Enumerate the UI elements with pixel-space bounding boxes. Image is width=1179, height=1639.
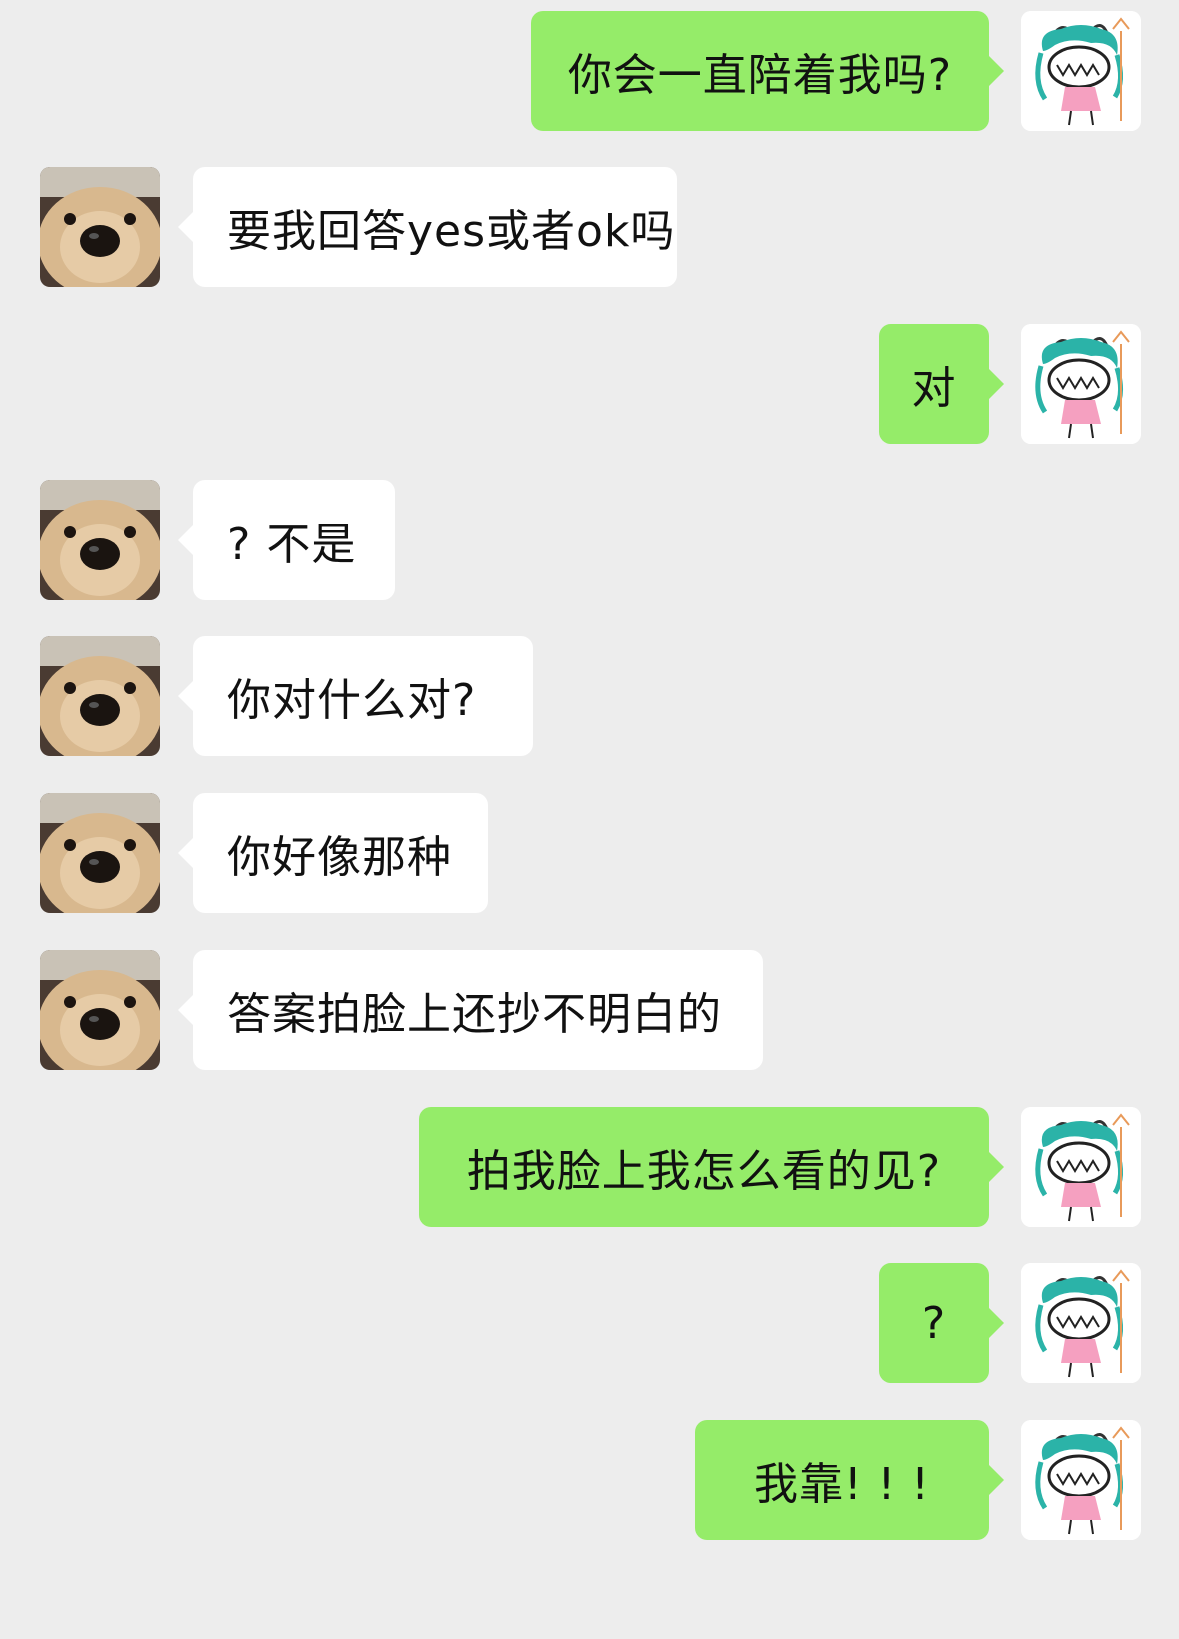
outgoing-message-bubble[interactable]: 我靠! ! ! [695,1420,1004,1540]
outgoing-message-bubble[interactable]: 拍我脸上我怎么看的见? [419,1107,1004,1227]
anime-girl-doodle-icon [1021,324,1141,444]
contact-avatar[interactable] [40,950,160,1070]
message-row-incoming: 要我回答yes或者ok吗 [0,167,1179,287]
message-row-incoming: 答案拍脸上还抄不明白的 [0,950,1179,1070]
message-row-outgoing: 我靠! ! ! [0,1420,1179,1540]
contact-avatar[interactable] [40,636,160,756]
outgoing-message-bubble[interactable]: 你会一直陪着我吗? [531,11,1004,131]
anime-girl-doodle-icon [1021,11,1141,131]
anime-girl-doodle-icon [1021,1420,1141,1540]
anime-girl-doodle-icon [1021,1107,1141,1227]
message-row-outgoing: 你会一直陪着我吗? [0,11,1179,131]
puppy-face-icon [40,793,160,913]
incoming-message-bubble[interactable]: 要我回答yes或者ok吗 [178,167,677,287]
puppy-face-icon [40,636,160,756]
self-avatar[interactable] [1021,11,1141,131]
self-avatar[interactable] [1021,1420,1141,1540]
message-row-incoming: 你对什么对? [0,636,1179,756]
message-row-incoming: ? 不是 [0,480,1179,600]
self-avatar[interactable] [1021,1263,1141,1383]
puppy-face-icon [40,480,160,600]
incoming-message-bubble[interactable]: 你好像那种 [178,793,488,913]
chat-message-list[interactable]: 你会一直陪着我吗? 要我回答yes或者ok吗 对 ? 不是 你对什么对? 你好像… [0,0,1179,1639]
contact-avatar[interactable] [40,167,160,287]
incoming-message-bubble[interactable]: 答案拍脸上还抄不明白的 [178,950,763,1070]
anime-girl-doodle-icon [1021,1263,1141,1383]
puppy-face-icon [40,167,160,287]
outgoing-message-bubble[interactable]: ? [879,1263,1004,1383]
self-avatar[interactable] [1021,1107,1141,1227]
outgoing-message-bubble[interactable]: 对 [879,324,1004,444]
puppy-face-icon [40,950,160,1070]
contact-avatar[interactable] [40,793,160,913]
message-row-incoming: 你好像那种 [0,793,1179,913]
message-row-outgoing: 对 [0,324,1179,444]
contact-avatar[interactable] [40,480,160,600]
message-row-outgoing: ? [0,1263,1179,1383]
self-avatar[interactable] [1021,324,1141,444]
message-row-outgoing: 拍我脸上我怎么看的见? [0,1107,1179,1227]
incoming-message-bubble[interactable]: 你对什么对? [178,636,533,756]
incoming-message-bubble[interactable]: ? 不是 [178,480,395,600]
